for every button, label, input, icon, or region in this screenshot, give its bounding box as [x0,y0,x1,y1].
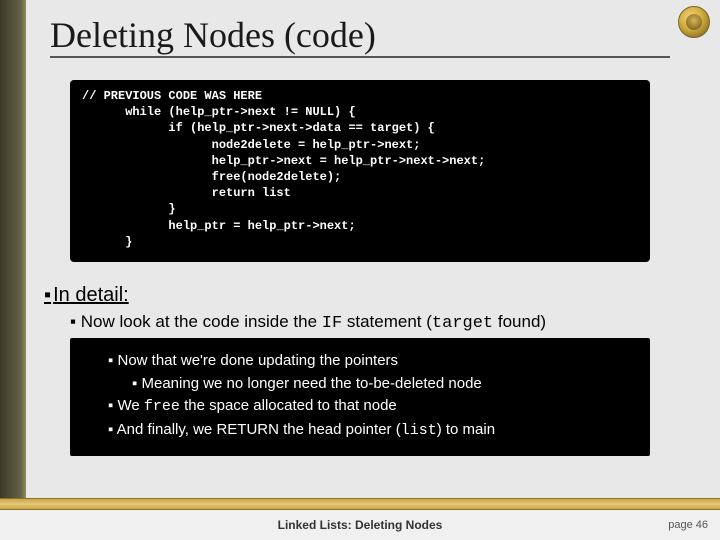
bullet-text: Meaning we no longer need the to-be-dele… [142,375,482,392]
text: Now look at the code inside the [81,312,322,331]
footer-title: Linked Lists: Deleting Nodes [278,518,443,532]
code-line: while (help_ptr->next != NULL) { [82,105,356,119]
bullet-row: ▪ Meaning we no longer need the to-be-de… [84,373,636,396]
code-inline: list [401,422,437,439]
code-block: // PREVIOUS CODE WAS HERE while (help_pt… [70,80,650,262]
text: found) [493,312,546,331]
code-inline: IF [322,314,342,333]
page-number: page 46 [668,519,708,531]
code-line: node2delete = help_ptr->next; [82,138,420,152]
bullet-text: We [118,397,144,414]
bullet-row: ▪ We free the space allocated to that no… [84,395,636,419]
code-line: // PREVIOUS CODE WAS HERE [82,89,262,103]
footer: Linked Lists: Deleting Nodes page 46 [0,510,720,540]
slide-title: Deleting Nodes (code) [50,14,670,58]
code-line: if (help_ptr->next->data == target) { [82,121,435,135]
code-line: return list [82,186,291,200]
bullet-row: ▪ Now that we're done updating the point… [84,350,636,373]
bullet-row: ▪ And finally, we RETURN the head pointe… [84,419,636,443]
code-line: help_ptr = help_ptr->next; [82,219,356,233]
bullet-icon: ▪ [108,421,113,438]
code-line: } [82,202,176,216]
bullet-icon: ▪ [70,312,76,331]
bullet-text: the space allocated to that node [180,397,397,414]
bullet-icon: ▪ [132,375,137,392]
text: statement ( [342,312,432,331]
bullet-text: ) to main [437,421,495,438]
bullet-text: And finally, we RETURN the head pointer … [117,421,401,438]
detail-subline: ▪ Now look at the code inside the IF sta… [70,312,546,333]
gold-strip-decoration [0,498,720,510]
detail-heading-text: In detail: [53,284,129,306]
code-inline: free [144,398,180,415]
bullet-icon: ▪ [108,397,113,414]
bullet-text: Now that we're done updating the pointer… [118,352,399,369]
detail-heading: ▪In detail: [44,284,129,307]
bullet-icon: ▪ [44,284,51,306]
bullet-icon: ▪ [108,352,113,369]
code-line: } [82,235,132,249]
code-inline: target [432,314,493,333]
code-line: free(node2delete); [82,170,341,184]
left-edge-decoration [0,0,26,540]
slide: Deleting Nodes (code) // PREVIOUS CODE W… [0,0,720,540]
emblem-icon [678,6,710,38]
detail-box: ▪ Now that we're done updating the point… [70,338,650,456]
code-line: help_ptr->next = help_ptr->next->next; [82,154,485,168]
